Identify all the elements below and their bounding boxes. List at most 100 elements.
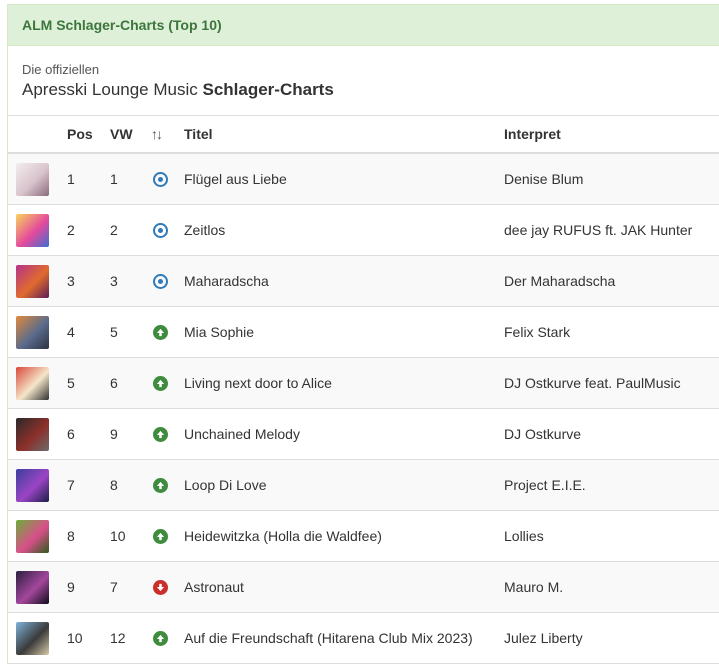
- cover-cell: [8, 561, 67, 613]
- artist-cell: DJ Ostkurve: [504, 408, 719, 460]
- header-trend: ↑↓: [151, 116, 184, 154]
- position-cell: 1: [67, 153, 110, 205]
- table-row[interactable]: 5 6 Living next door to Alice DJ Ostkurve f…: [8, 357, 719, 409]
- trend-same-icon: [153, 222, 168, 238]
- position-cell: 10: [67, 612, 110, 664]
- trend-up-icon: [153, 375, 168, 391]
- intro-subtitle: Die offiziellen: [22, 62, 100, 77]
- last-week-cell: 3: [110, 255, 151, 307]
- position-cell: 3: [67, 255, 110, 307]
- title-cell: Heidewitzka (Holla die Waldfee): [184, 510, 504, 562]
- album-cover-image[interactable]: [16, 519, 49, 553]
- last-week-cell: 9: [110, 408, 151, 460]
- sort-arrows-icon: ↑↓: [151, 126, 163, 142]
- artist-cell: Mauro M.: [504, 561, 719, 613]
- last-week-cell: 6: [110, 357, 151, 409]
- table-row[interactable]: 1 1 Flügel aus Liebe Denise Blum: [8, 153, 719, 205]
- table-row[interactable]: 10 12 Auf die Freundschaft (Hitarena Club …: [8, 612, 719, 664]
- artist-cell: DJ Ostkurve feat. PaulMusic: [504, 357, 719, 409]
- last-week-cell: 8: [110, 459, 151, 511]
- header-cover: [8, 116, 67, 154]
- position-cell: 7: [67, 459, 110, 511]
- trend-cell: [151, 153, 184, 205]
- trend-cell: [151, 408, 184, 460]
- cover-cell: [8, 408, 67, 460]
- trend-down-icon: [153, 579, 168, 595]
- album-cover-image[interactable]: [16, 468, 49, 502]
- album-cover-image[interactable]: [16, 366, 49, 400]
- album-cover-image[interactable]: [16, 315, 49, 349]
- table-row[interactable]: 9 7 Astronaut Mauro M.: [8, 561, 719, 613]
- cover-cell: [8, 204, 67, 256]
- position-cell: 5: [67, 357, 110, 409]
- position-cell: 6: [67, 408, 110, 460]
- panel-title: ALM Schlager-Charts (Top 10): [22, 17, 222, 33]
- trend-cell: [151, 204, 184, 256]
- last-week-cell: 10: [110, 510, 151, 562]
- last-week-cell: 2: [110, 204, 151, 256]
- album-cover-image[interactable]: [16, 162, 49, 196]
- table-row[interactable]: 2 2 Zeitlos dee jay RUFUS ft. JAK Hunter: [8, 204, 719, 256]
- cover-cell: [8, 306, 67, 358]
- header-pos: Pos: [67, 116, 110, 154]
- charts-panel: ALM Schlager-Charts (Top 10) Die offizie…: [7, 4, 719, 664]
- last-week-cell: 7: [110, 561, 151, 613]
- trend-up-icon: [153, 630, 168, 646]
- last-week-cell: 5: [110, 306, 151, 358]
- title-cell: Zeitlos: [184, 204, 504, 256]
- table-row[interactable]: 6 9 Unchained Melody DJ Ostkurve: [8, 408, 719, 460]
- artist-cell: Project E.I.E.: [504, 459, 719, 511]
- title-cell: Unchained Melody: [184, 408, 504, 460]
- table-row[interactable]: 7 8 Loop Di Love Project E.I.E.: [8, 459, 719, 511]
- charts-table: Pos VW ↑↓ Titel Interpret 1 1 Flügel aus L…: [8, 116, 719, 664]
- header-title: Titel: [184, 116, 504, 154]
- artist-cell: dee jay RUFUS ft. JAK Hunter: [504, 204, 719, 256]
- title-cell: Flügel aus Liebe: [184, 153, 504, 205]
- title-cell: Auf die Freundschaft (Hitarena Club Mix …: [184, 612, 504, 664]
- position-cell: 8: [67, 510, 110, 562]
- last-week-cell: 1: [110, 153, 151, 205]
- intro: Die offiziellen Apresski Lounge Music Sc…: [8, 46, 719, 116]
- cover-cell: [8, 357, 67, 409]
- trend-up-icon: [153, 324, 168, 340]
- title-cell: Mia Sophie: [184, 306, 504, 358]
- intro-title-bold: Schlager-Charts: [202, 80, 334, 99]
- cover-cell: [8, 153, 67, 205]
- artist-cell: Lollies: [504, 510, 719, 562]
- artist-cell: Felix Stark: [504, 306, 719, 358]
- trend-up-icon: [153, 477, 168, 493]
- position-cell: 9: [67, 561, 110, 613]
- cover-cell: [8, 510, 67, 562]
- trend-same-icon: [153, 273, 168, 289]
- artist-cell: Der Maharadscha: [504, 255, 719, 307]
- trend-cell: [151, 306, 184, 358]
- album-cover-image[interactable]: [16, 213, 49, 247]
- intro-title-text: Apresski Lounge Music: [22, 80, 203, 99]
- trend-cell: [151, 255, 184, 307]
- header-vw: VW: [110, 116, 151, 154]
- album-cover-image[interactable]: [16, 621, 49, 655]
- table-row[interactable]: 3 3 Maharadscha Der Maharadscha: [8, 255, 719, 307]
- trend-up-icon: [153, 528, 168, 544]
- album-cover-image[interactable]: [16, 264, 49, 298]
- title-cell: Astronaut: [184, 561, 504, 613]
- artist-cell: Julez Liberty: [504, 612, 719, 664]
- title-cell: Loop Di Love: [184, 459, 504, 511]
- position-cell: 4: [67, 306, 110, 358]
- table-row[interactable]: 8 10 Heidewitzka (Holla die Waldfee) Lollie…: [8, 510, 719, 562]
- album-cover-image[interactable]: [16, 570, 49, 604]
- title-cell: Maharadscha: [184, 255, 504, 307]
- title-cell: Living next door to Alice: [184, 357, 504, 409]
- trend-up-icon: [153, 426, 168, 442]
- panel-heading: ALM Schlager-Charts (Top 10): [8, 5, 719, 46]
- cover-cell: [8, 459, 67, 511]
- trend-cell: [151, 612, 184, 664]
- table-header-row: Pos VW ↑↓ Titel Interpret: [8, 116, 719, 154]
- artist-cell: Denise Blum: [504, 153, 719, 205]
- cover-cell: [8, 255, 67, 307]
- album-cover-image[interactable]: [16, 417, 49, 451]
- intro-title: Apresski Lounge Music Schlager-Charts: [22, 80, 707, 100]
- trend-cell: [151, 459, 184, 511]
- table-row[interactable]: 4 5 Mia Sophie Felix Stark: [8, 306, 719, 358]
- position-cell: 2: [67, 204, 110, 256]
